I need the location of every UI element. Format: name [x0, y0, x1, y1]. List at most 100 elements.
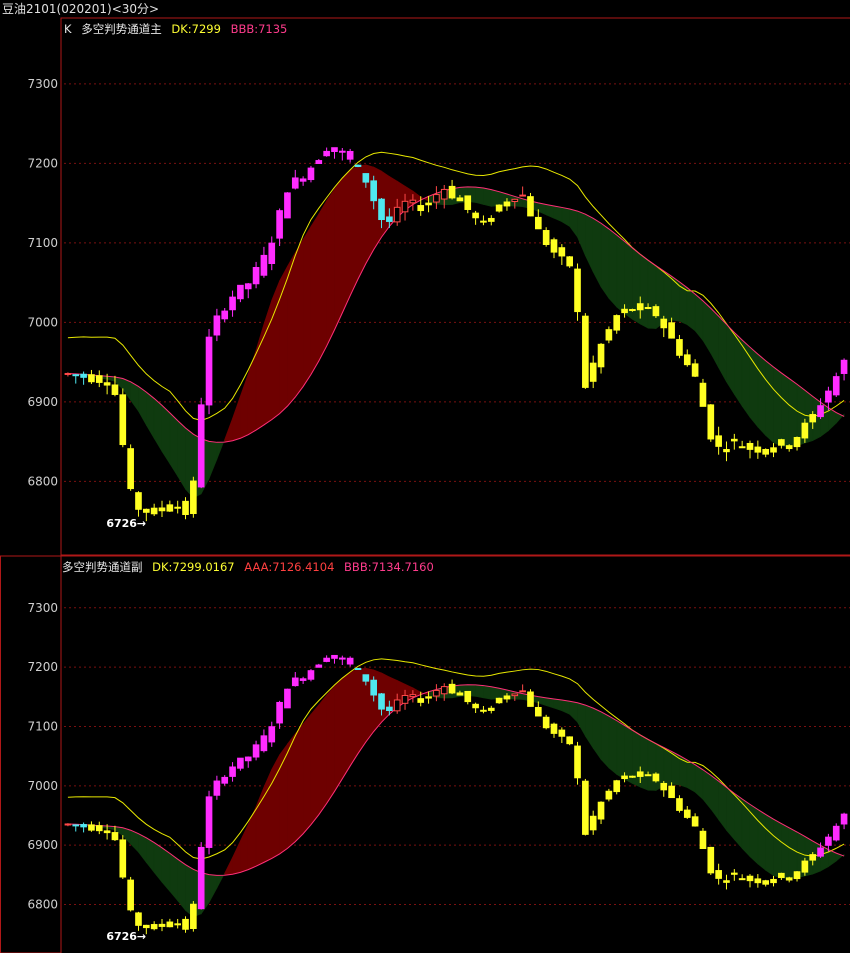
sub-candle-body: [315, 664, 323, 668]
sub-candle-body: [190, 903, 197, 930]
sub-candle-body: [323, 657, 330, 662]
main-band-segment: [232, 395, 241, 442]
main-band-segment: [694, 293, 704, 342]
sub-band-segment: [726, 786, 735, 841]
sub-candle-body: [730, 872, 738, 875]
sub-candle-body: [331, 654, 338, 659]
main-band-segment: [561, 207, 570, 227]
sub-candle-body: [95, 825, 103, 832]
main-candle-body: [370, 180, 378, 202]
main-candle-body: [393, 206, 401, 223]
main-candle-body: [221, 310, 229, 320]
main-band-segment: [553, 205, 563, 223]
sub-candle-body: [127, 879, 134, 911]
sub-band-segment: [765, 813, 774, 877]
main-candle-body: [699, 382, 707, 407]
sub-candle-body: [338, 657, 346, 660]
main-candle-body: [190, 480, 197, 515]
sub-candle-body: [370, 679, 378, 696]
sub-candle-body: [566, 736, 574, 745]
main-candle-body: [613, 315, 621, 331]
sub-band-segment: [639, 734, 649, 791]
sub-band-segment: [569, 700, 578, 723]
main-band-segment: [263, 300, 273, 426]
sub-candle-body: [244, 756, 252, 762]
main-candle-body: [95, 375, 103, 383]
sub-band-segment: [334, 677, 343, 793]
main-candle-body: [683, 354, 691, 366]
sub-candle-body: [825, 836, 832, 846]
main-candle-body: [150, 507, 158, 515]
sub-candle-body: [746, 875, 754, 882]
sub-candle-body: [527, 691, 534, 707]
main-band-segment: [146, 391, 155, 440]
sub-candle-body: [205, 796, 213, 848]
sub-candle-body: [135, 912, 142, 926]
sub-band-segment: [342, 671, 351, 780]
sub-candle-body: [378, 693, 385, 710]
sub-band-segment: [224, 857, 233, 876]
main-candle-body: [425, 202, 432, 206]
sub-candle-body: [691, 816, 699, 827]
main-candle-body: [237, 284, 244, 300]
sub-candle-body: [417, 698, 425, 703]
main-candle-body: [503, 201, 511, 207]
main-panel-header: K 多空判势通道主 DK:7299 BBB:7135: [64, 22, 293, 36]
sub-candle-body: [182, 918, 189, 930]
main-band-segment: [788, 377, 798, 447]
main-candle-body: [825, 390, 832, 403]
sub-candle-body: [291, 677, 299, 687]
sub-candle-body: [346, 657, 354, 665]
sub-candle-body: [683, 809, 691, 818]
main-candle-body: [652, 306, 660, 317]
main-band-segment: [208, 441, 218, 479]
main-candle-body: [417, 205, 425, 212]
kline-chart[interactable]: 7300 7200 7100 7000 6900 6800 6726→ 7300 7200 710…: [0, 0, 850, 953]
sub-candle-body: [158, 923, 166, 927]
sub-candle-body: [284, 688, 291, 709]
sub-candle-body: [707, 846, 715, 874]
sub-candle-body: [644, 774, 652, 777]
sub-candle-body: [433, 689, 440, 697]
main-candle-body: [440, 188, 448, 200]
main-candle-body: [142, 508, 150, 513]
main-indicator-name[interactable]: 多空判势通道主: [81, 22, 162, 36]
sub-candle-body: [793, 871, 801, 880]
main-band-segment: [624, 240, 633, 320]
sub-candle-body: [762, 880, 770, 885]
main-band-segment: [828, 407, 837, 432]
main-band-segment: [686, 287, 696, 332]
main-candle-body: [252, 267, 260, 285]
sub-candle-body: [72, 824, 80, 827]
main-band-segment: [161, 404, 171, 465]
main-candle-body: [331, 147, 338, 152]
sub-band-segment: [592, 707, 602, 761]
main-candle-body: [401, 200, 409, 213]
sub-band-segment: [475, 684, 484, 699]
sub-candle-body: [150, 924, 158, 930]
sub-candle-body: [621, 775, 628, 780]
sub-candle-body: [652, 773, 660, 782]
sub-y-tick-label: 7100: [27, 719, 58, 733]
sub-candle-body: [754, 878, 762, 884]
sub-candle-body: [574, 745, 581, 779]
main-candle-body: [338, 150, 346, 153]
sub-candle-body: [268, 726, 276, 743]
sub-indicator-name[interactable]: 多空判势通道副: [62, 560, 143, 574]
main-candle-body: [730, 438, 738, 442]
sub-band-segment: [349, 668, 359, 767]
sub-axis-frame: [0, 555, 62, 953]
sub-y-tick-label: 7300: [27, 601, 58, 615]
main-candle-body: [636, 303, 644, 311]
main-candle-body: [119, 394, 127, 446]
main-candle-body: [480, 220, 487, 223]
sub-candle-body: [770, 878, 777, 884]
main-band-segment: [702, 300, 712, 355]
main-candle-body: [464, 195, 472, 210]
main-band-segment: [577, 210, 586, 256]
main-candle-body: [770, 447, 777, 453]
sub-candle-body: [472, 703, 479, 709]
main-candle-body: [550, 239, 558, 253]
sub-candle-body: [519, 690, 526, 693]
main-panel: 7300 7200 7100 7000 6900 6800 6726→: [27, 77, 850, 530]
